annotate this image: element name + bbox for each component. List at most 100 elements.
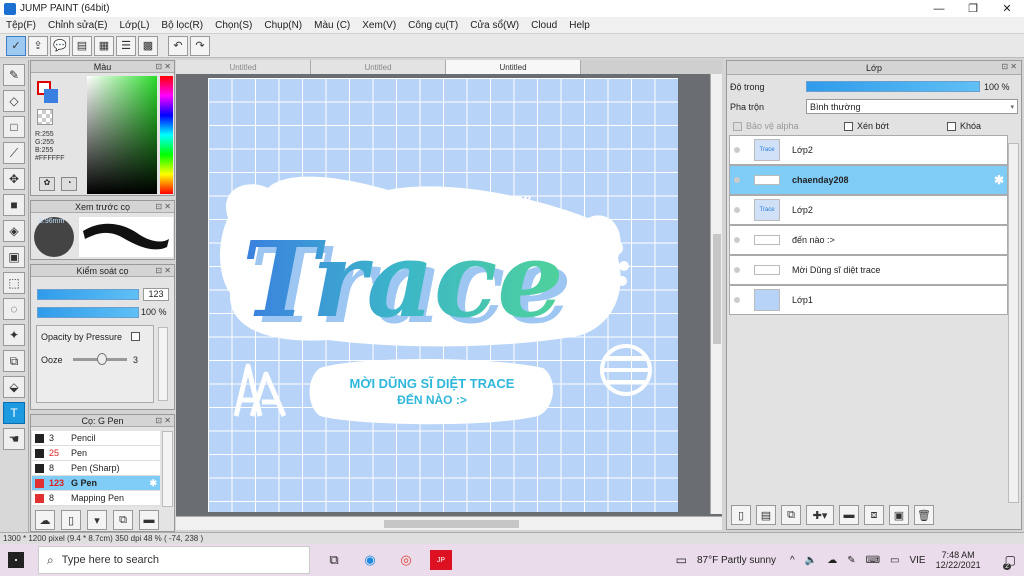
menu-help[interactable]: Help [563,20,596,31]
chrome-icon[interactable]: ◎ [394,548,418,572]
grid-icon[interactable]: ▩ [138,35,158,56]
color-mode-button[interactable]: ✿ [39,177,55,191]
brush-cloud-icon[interactable]: ☁ [35,510,55,530]
panel-close-icon[interactable]: ⊡ ✕ [155,62,171,71]
new-brush-icon[interactable]: ▯ [61,510,81,530]
brush-item-g-pen[interactable]: 123 G Pen ✱ [32,476,160,491]
ooze-slider-thumb[interactable] [97,353,107,365]
fill-rect-tool-icon[interactable]: ■ [3,194,25,216]
volume-icon[interactable]: 🔈 [805,555,817,566]
layer-opacity-slider[interactable] [806,81,980,92]
close-button[interactable]: ✕ [990,0,1024,17]
layer-folder-icon[interactable]: ▬ [839,505,859,525]
eraser-tool-icon[interactable]: ◇ [3,90,25,112]
new-layer-icon[interactable]: ▯ [731,505,751,525]
menu-cloud[interactable]: Cloud [525,20,563,31]
layer-visibility-icon[interactable] [734,297,740,303]
opacity-pressure-checkbox[interactable] [131,332,140,341]
rect-tool-icon[interactable]: □ [3,116,25,138]
brush-size-slider[interactable] [37,289,139,300]
onedrive-icon[interactable]: ☁ [827,555,837,566]
lasso-tool-icon[interactable]: ◌ [3,298,25,320]
layer-mask-icon[interactable]: ▣ [889,505,909,525]
brush-opacity-slider[interactable] [37,307,139,318]
pen-icon[interactable]: ✎ [847,555,855,566]
layer-visibility-icon[interactable] [734,177,740,183]
brush-item-pen-sharp[interactable]: 8 Pen (Sharp) [32,461,160,476]
lock-checkbox[interactable] [947,121,956,131]
layer-visibility-icon[interactable] [734,147,740,153]
new-layer-option-icon[interactable]: ▤ [756,505,776,525]
panel-close-icon[interactable]: ⊡ ✕ [155,266,171,275]
menu-color[interactable]: Màu (C) [308,20,356,31]
list-icon[interactable]: ☰ [116,35,136,56]
edge-icon[interactable]: ◉ [358,548,382,572]
tab-untitled-2[interactable]: Untitled [311,60,446,74]
layer-row[interactable]: đến nào :> [729,225,1008,255]
text-tool-icon[interactable]: T [3,402,25,424]
document-icon[interactable]: ▦ [94,35,114,56]
tab-untitled-1[interactable]: Untitled [176,60,311,74]
brush-copy-icon[interactable]: ⧉ [113,510,133,530]
menu-view[interactable]: Xem(V) [356,20,402,31]
merge-layer-icon[interactable]: ⧈ [864,505,884,525]
clock[interactable]: 7:48 AM 12/22/2021 [936,550,991,570]
brush-size-value[interactable]: 123 [143,288,169,301]
menu-edit[interactable]: Chỉnh sửa(E) [42,20,114,31]
blend-mode-select[interactable]: Bình thường ▾ [806,99,1018,114]
layer-row-selected[interactable]: chaenday208 ✱ [729,165,1008,195]
canvas-horizontal-scrollbar[interactable] [176,516,722,530]
canvas-vscroll-thumb[interactable] [713,234,721,344]
brush-settings-icon[interactable]: ✱ [149,478,157,489]
layer-list-scrollbar[interactable] [1008,143,1019,503]
secondary-color-swatch[interactable] [44,89,58,103]
language-indicator[interactable]: VIE [909,555,925,566]
brush-tool-icon[interactable]: ✎ [3,64,25,86]
brush-item-pen[interactable]: 25 Pen [32,446,160,461]
windows-start-icon[interactable] [8,552,24,568]
minimize-button[interactable]: — [922,0,956,17]
delete-layer-icon[interactable]: 🗑 [914,505,934,525]
magic-wand-icon[interactable]: ✦ [3,324,25,346]
taskbar-search[interactable]: ⌕ Type here to search [38,546,310,574]
brush-item-pencil[interactable]: 3 Pencil [32,431,160,446]
keyboard-icon[interactable]: ⌨ [866,555,880,566]
menu-capture[interactable]: Chụp(N) [258,20,308,31]
brush-item-mapping-pen[interactable]: 8 Mapping Pen [32,491,160,506]
menu-tools[interactable]: Công cụ(T) [402,20,464,31]
layer-row[interactable]: Lớp1 [729,285,1008,315]
drawing-canvas[interactable]: CHAENDAY208 #HD247 Trace Trace MỜI DŨNG … [208,78,678,512]
dropper-tool-icon[interactable]: ⟋ [3,142,25,164]
notification-icon[interactable]: ▢ 2 [1003,553,1016,570]
layer-row[interactable]: Trace Lớp2 [729,195,1008,225]
select-eraser-icon[interactable]: ⬙ [3,376,25,398]
brush-menu-icon[interactable]: ▾ [87,510,107,530]
transparent-color-swatch[interactable] [37,109,53,125]
brush-folder-icon[interactable]: ▬ [139,510,159,530]
panel-close-icon[interactable]: ⊡ ✕ [155,416,171,425]
tab-untitled-3[interactable]: Untitled [446,60,581,74]
hue-slider[interactable] [160,76,173,194]
layer-settings-icon[interactable]: ✱ [994,173,1004,187]
layer-add-menu-icon[interactable]: ✚▾ [806,505,834,525]
layer-row[interactable]: Trace Lớp2 [729,135,1008,165]
network-icon[interactable]: ▭ [890,555,899,566]
panel-icon[interactable]: ▤ [72,35,92,56]
layer-visibility-icon[interactable] [734,207,740,213]
share-icon[interactable]: ⇪ [28,35,48,56]
panel-close-icon[interactable]: ⊡ ✕ [155,202,171,211]
undo-icon[interactable]: ↶ [168,35,188,56]
menu-layer[interactable]: Lớp(L) [114,20,156,31]
weather-text[interactable]: 87°F Partly sunny [697,555,776,566]
brush-control-scrollbar[interactable] [158,327,168,401]
chevron-up-icon[interactable]: ^ [790,555,795,566]
cloud-sync-icon[interactable]: ✓ [6,35,26,56]
copy-layer-icon[interactable]: ⧉ [781,505,801,525]
hand-tool-icon[interactable]: ☚ [3,428,25,450]
select-pen-icon[interactable]: ⧉ [3,350,25,372]
canvas-vertical-scrollbar[interactable] [710,74,722,514]
menu-filter[interactable]: Bộ lọc(R) [155,20,209,31]
saturation-value-picker[interactable] [87,76,157,194]
redo-icon[interactable]: ↷ [190,35,210,56]
menu-select[interactable]: Chọn(S) [209,20,258,31]
